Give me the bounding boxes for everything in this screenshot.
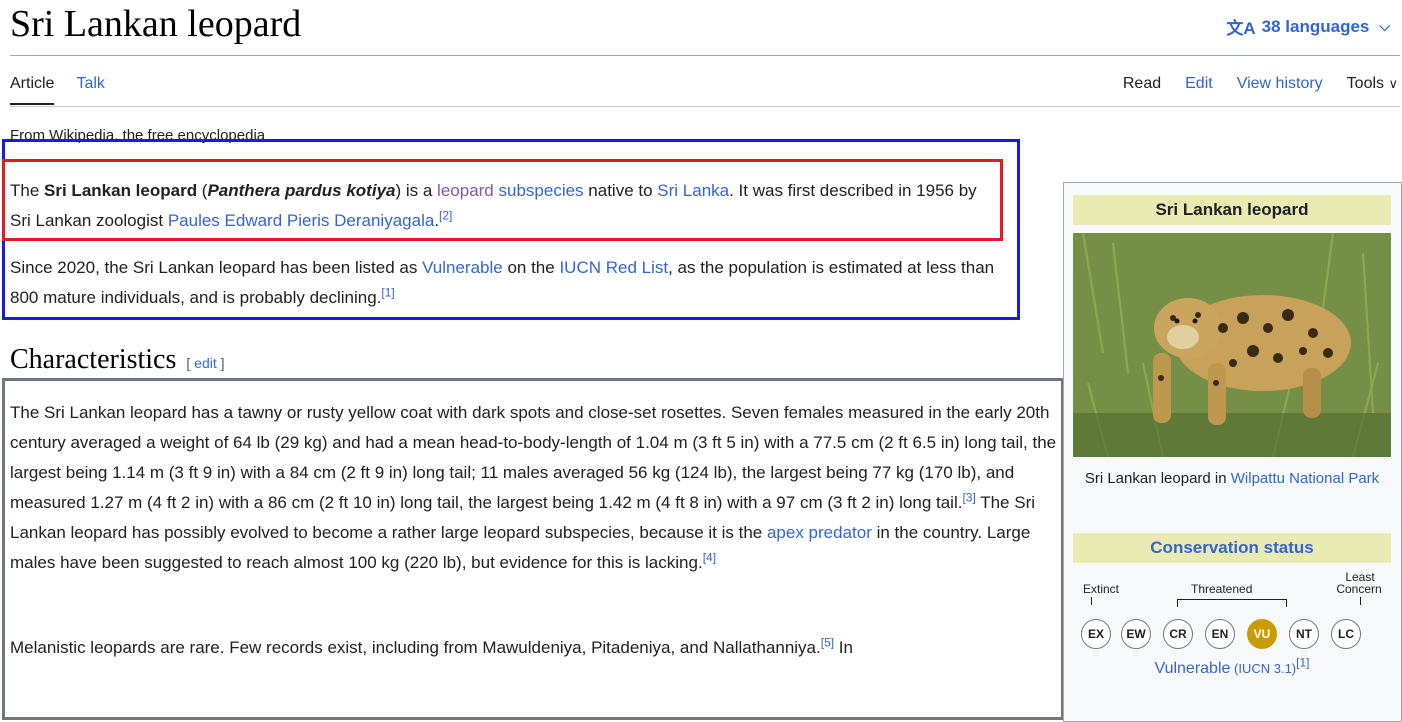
tools-label: Tools [1346,75,1385,92]
languages-button[interactable]: 文A 38 languages ⌵ [1226,14,1390,39]
link-vulnerable-status[interactable]: Vulnerable [1155,660,1231,677]
tab-talk[interactable]: Talk [76,75,104,105]
status-ew[interactable]: EW [1121,619,1151,649]
section-edit: [ edit ] [186,355,224,371]
tools-menu[interactable]: Tools ∨ [1347,75,1398,103]
status-en[interactable]: EN [1205,619,1235,649]
tabs-divider [10,106,1400,107]
infobox: Sri Lankan leopard Sri Lankan leopard in… [1063,182,1402,722]
title-divider [10,55,1400,56]
page-title: Sri Lankan leopard [10,3,302,45]
heading-text: Characteristics [10,344,177,375]
caption-text: Sri Lankan leopard in [1084,470,1231,487]
status-suffix: (IUCN 3.1) [1230,661,1297,676]
bracket: ] [216,355,225,371]
status-nt[interactable]: NT [1289,619,1319,649]
conservation-heading-text: Conservation status [1150,538,1314,557]
chevron-down-icon: ⌵ [1379,18,1390,34]
leopard-image [1073,233,1391,457]
bracket-threatened [1177,599,1287,607]
tab-edit[interactable]: Edit [1185,75,1213,103]
status-vu[interactable]: VU [1247,619,1277,649]
conservation-status-text: Vulnerable (IUCN 3.1)[1] [1073,657,1391,681]
status-ex[interactable]: EX [1081,619,1111,649]
label-least-2: Concern [1336,582,1382,596]
leopard-photo[interactable] [1073,233,1391,457]
translate-icon: 文A [1226,19,1256,38]
namespace-tabs: Article Talk [10,75,105,105]
view-tabs: Read Edit View history Tools ∨ [1123,75,1398,103]
section-heading-characteristics: Characteristics [ edit ] [10,344,225,376]
conservation-scale: EX EW CR EN VU NT LC [1081,619,1391,649]
status-cr[interactable]: CR [1163,619,1193,649]
label-threatened: Threatened [1191,582,1253,596]
highlight-box-gray [2,378,1064,720]
languages-label: 38 languages [1261,16,1370,36]
status-lc[interactable]: LC [1331,619,1361,649]
infobox-caption: Sri Lankan leopard in Wilpattu National … [1073,465,1391,492]
tick-least-concern [1360,597,1361,605]
chevron-down-icon: ∨ [1388,76,1398,91]
infobox-title: Sri Lankan leopard [1073,195,1391,225]
link-wilpattu[interactable]: Wilpattu National Park [1231,470,1379,487]
tab-article[interactable]: Article [10,75,55,105]
ref-1-infobox[interactable]: [1] [1296,656,1309,670]
edit-section-link[interactable]: edit [194,355,217,371]
tick-extinct [1091,597,1092,605]
label-extinct: Extinct [1083,582,1120,596]
conservation-scale-labels: Extinct Threatened Least Concern [1073,571,1391,621]
highlight-box-red [2,159,1003,241]
tab-read[interactable]: Read [1123,75,1161,103]
tab-view-history[interactable]: View history [1237,75,1323,103]
conservation-status-heading[interactable]: Conservation status [1073,533,1391,563]
bracket: [ [186,355,195,371]
